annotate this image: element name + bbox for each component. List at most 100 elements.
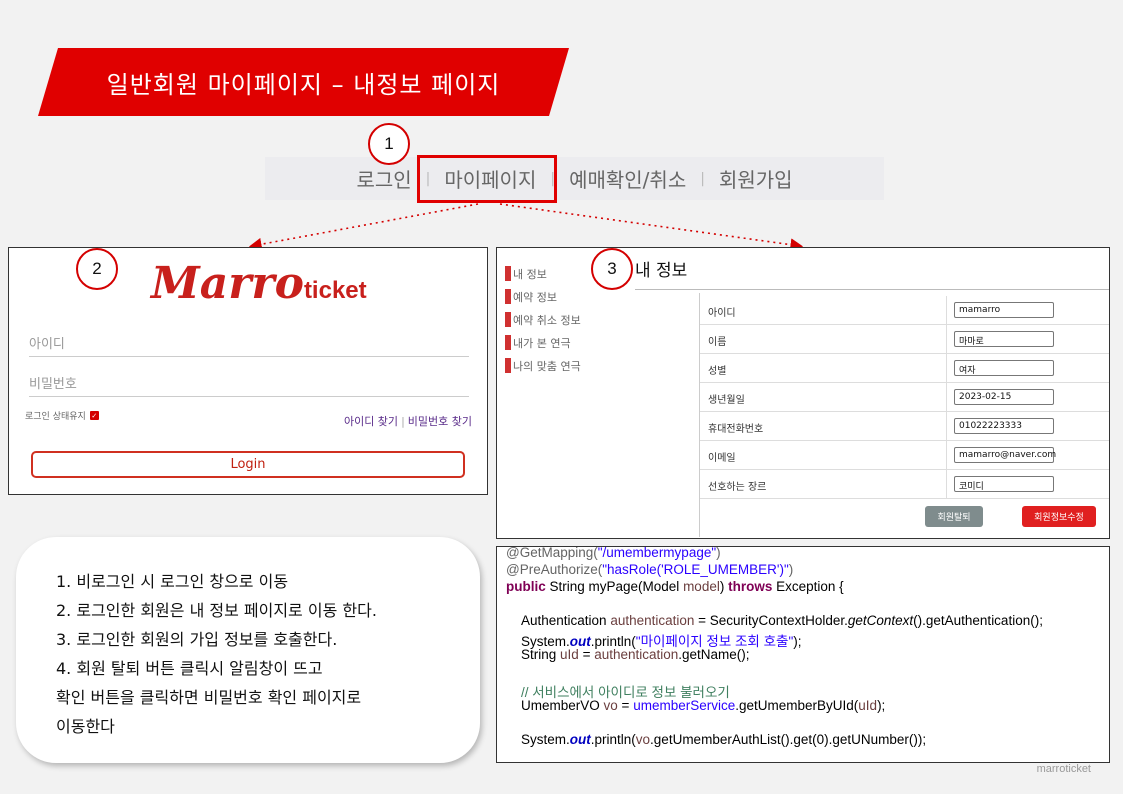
find-links: 아이디 찾기 | 비밀번호 찾기 (344, 413, 472, 429)
code-token: String (521, 647, 561, 662)
my-info-panel: 내 정보 예약 정보 예약 취소 정보 내가 본 연극 나의 맞춤 연극 내 정… (496, 247, 1110, 539)
field-label: 선호하는 장르 (708, 482, 767, 493)
code-token: = SecurityContextHolder. (694, 613, 848, 628)
side-menu-cancellations[interactable]: 예약 취소 정보 (505, 308, 581, 331)
withdraw-button[interactable]: 회원탈퇴 (925, 506, 983, 527)
login-button[interactable]: Login (31, 451, 465, 478)
email-field[interactable]: mamarro@naver.com (954, 447, 1056, 463)
code-token: vo (635, 732, 651, 747)
code-token: ); (877, 698, 886, 713)
phone-field[interactable]: 01022223333 (954, 418, 1054, 434)
code-token: umemberService (633, 698, 736, 713)
code-token: = (578, 647, 595, 662)
step-1-badge: 1 (368, 123, 410, 165)
table-row: 생년월일 2023-02-15 (700, 383, 1109, 412)
edit-info-button[interactable]: 회원정보수정 (1022, 506, 1096, 527)
code-line: public String myPage(Model model) throws… (506, 579, 844, 594)
watermark: marroticket (1036, 763, 1091, 775)
code-token: .getUmemberAuthList().get(0).getUNumber(… (650, 732, 927, 747)
code-token: model (683, 579, 720, 594)
description-box: 1. 비로그인 시 로그인 창으로 이동 2. 로그인한 회원은 내 정보 페이… (16, 537, 480, 763)
note-line: 확인 버튼을 클릭하면 비밀번호 확인 페이지로 (56, 688, 362, 707)
title-divider (635, 289, 1109, 290)
side-menu-label: 나의 맞춤 연극 (513, 359, 581, 373)
logo-sub: ticket (303, 277, 367, 304)
step-2-badge: 2 (76, 248, 118, 290)
mypage-side-menu: 내 정보 예약 정보 예약 취소 정보 내가 본 연극 나의 맞춤 연극 (505, 262, 581, 377)
gender-field[interactable]: 여자 (954, 360, 1054, 376)
menu-marker (505, 289, 511, 304)
remember-label: 로그인 상태유지 (25, 412, 86, 422)
code-token: ) (716, 545, 721, 560)
code-token: getContext (847, 613, 914, 628)
birthdate-field[interactable]: 2023-02-15 (954, 389, 1054, 405)
find-id-link[interactable]: 아이디 찾기 (344, 415, 398, 428)
field-label: 생년월일 (708, 395, 745, 406)
menu-marker (505, 312, 511, 327)
code-token: ().getAuthentication(); (913, 613, 1043, 628)
marroticket-logo: Marroticket (151, 258, 367, 309)
code-line: String uId = authentication.getName(); (521, 647, 750, 662)
code-token: "hasRole('ROLE_UMEMBER')" (602, 562, 789, 577)
side-menu-reservations[interactable]: 예약 정보 (505, 285, 581, 308)
note-line: 3. 로그인한 회원의 가입 정보를 호출한다. (56, 630, 338, 649)
note-line: 이동한다 (56, 717, 115, 736)
code-token: out (569, 732, 591, 747)
code-token: ) (719, 579, 729, 594)
cell-divider (946, 412, 947, 440)
side-menu-label: 내 정보 (513, 267, 547, 281)
code-token: uId (858, 698, 878, 713)
code-token: authentication (610, 613, 695, 628)
logo-main: Marro (151, 258, 304, 309)
table-row: 이름 마마로 (700, 325, 1109, 354)
side-menu-my-info[interactable]: 내 정보 (505, 262, 581, 285)
code-token: Exception { (772, 579, 844, 594)
code-token: Authentication (521, 613, 611, 628)
find-password-link[interactable]: 비밀번호 찾기 (408, 415, 472, 428)
code-token: .getUmemberByUId( (735, 698, 859, 713)
field-label: 이름 (708, 337, 727, 348)
code-line: @GetMapping("/umembermypage") (506, 545, 721, 560)
table-row: 선호하는 장르 코미디 (700, 470, 1109, 499)
menu-marker (505, 358, 511, 373)
menu-marker (505, 266, 511, 281)
note-line: 4. 회원 탈퇴 버튼 클릭시 알림창이 뜨고 (56, 659, 323, 678)
side-menu-recommended-plays[interactable]: 나의 맞춤 연극 (505, 354, 581, 377)
field-label: 성별 (708, 366, 727, 377)
id-input[interactable]: 아이디 (29, 327, 469, 357)
code-token: String myPage(Model (545, 579, 684, 594)
field-label: 휴대전화번호 (708, 424, 764, 435)
genre-field[interactable]: 코미디 (954, 476, 1054, 492)
remember-login[interactable]: 로그인 상태유지 ✓ (25, 409, 99, 422)
code-line: Authentication authentication = Security… (521, 613, 1043, 628)
code-token: ) (788, 562, 794, 577)
code-token: .println( (590, 732, 636, 747)
cell-divider (946, 296, 947, 324)
code-line: @PreAuthorize("hasRole('ROLE_UMEMBER')") (506, 562, 793, 577)
cell-divider (946, 383, 947, 411)
code-token: System. (521, 732, 570, 747)
code-snippet: @GetMapping("/umembermypage") @PreAuthor… (496, 545, 1110, 763)
code-token: @PreAuthorize( (506, 562, 603, 577)
table-row: 이메일 mamarro@naver.com (700, 441, 1109, 470)
note-line: 1. 비로그인 시 로그인 창으로 이동 (56, 572, 289, 591)
table-row: 아이디 mamarro (700, 296, 1109, 325)
side-menu-label: 예약 정보 (513, 290, 557, 304)
side-menu-watched-plays[interactable]: 내가 본 연극 (505, 331, 581, 354)
field-label: 아이디 (708, 308, 736, 319)
id-field[interactable]: mamarro (954, 302, 1054, 318)
side-menu-label: 예약 취소 정보 (513, 313, 581, 327)
remember-checkbox[interactable]: ✓ (89, 411, 99, 420)
table-row: 성별 여자 (700, 354, 1109, 383)
code-token: = (617, 698, 634, 713)
table-row: 휴대전화번호 01022223333 (700, 412, 1109, 441)
password-input[interactable]: 비밀번호 (29, 367, 469, 397)
field-label: 이메일 (708, 453, 736, 464)
code-token: ); (793, 634, 802, 649)
cell-divider (946, 470, 947, 498)
name-field[interactable]: 마마로 (954, 331, 1054, 347)
code-token: throws (728, 579, 773, 594)
menu-marker (505, 335, 511, 350)
cell-divider (946, 354, 947, 382)
code-token: public (506, 579, 546, 594)
